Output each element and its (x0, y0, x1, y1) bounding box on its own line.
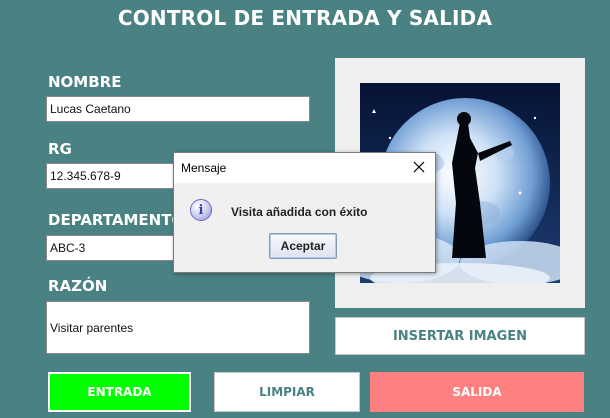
departamento-label: DEPARTAMENTO (48, 211, 185, 229)
razon-label: RAZÓN (48, 277, 108, 295)
dialog-titlebar[interactable]: Mensaje (174, 153, 435, 183)
nombre-label: NOMBRE (48, 73, 122, 91)
rg-label: RG (48, 140, 72, 158)
dialog-title: Mensaje (181, 161, 227, 175)
limpiar-button[interactable]: LIMPIAR (214, 372, 360, 412)
info-icon: i (190, 199, 212, 221)
close-icon[interactable] (409, 157, 429, 177)
nombre-field[interactable]: Lucas Caetano (46, 96, 310, 122)
aceptar-button[interactable]: Aceptar (269, 233, 337, 259)
salida-button[interactable]: SALIDA (370, 372, 584, 412)
entrada-button[interactable]: ENTRADA (48, 372, 191, 412)
razon-textarea[interactable]: Visitar parentes (46, 301, 310, 354)
page-title: CONTROL DE ENTRADA Y SALIDA (117, 6, 493, 30)
insert-image-button[interactable]: INSERTAR IMAGEN (335, 317, 585, 355)
message-dialog: Mensaje i Visita añadida con éxito Acept… (173, 152, 436, 273)
dialog-message: Visita añadida con éxito (231, 205, 368, 219)
